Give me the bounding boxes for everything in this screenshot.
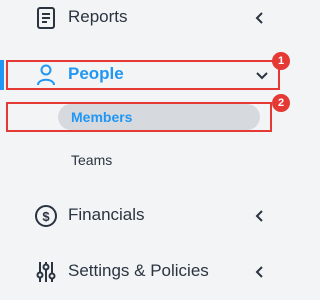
sliders-icon [34, 260, 58, 284]
sidebar-item-settings-policies[interactable]: Settings & Policies [0, 252, 292, 292]
sidebar-item-financials[interactable]: $ Financials [0, 196, 292, 236]
chevron-left-icon [252, 10, 268, 26]
document-icon [34, 6, 58, 30]
chevron-left-icon [252, 264, 268, 280]
sidebar-item-label: Settings & Policies [68, 261, 209, 280]
annotation-badge-1: 1 [272, 52, 290, 70]
sidebar-subitem-label: Teams [71, 152, 113, 168]
chevron-left-icon [252, 208, 268, 224]
svg-text:$: $ [42, 209, 50, 224]
sidebar-item-label: Reports [68, 7, 128, 26]
dollar-coin-icon: $ [34, 204, 58, 228]
sidebar-item-reports[interactable]: Reports [0, 0, 292, 38]
sidebar-subitem-teams[interactable]: Teams [0, 144, 292, 176]
sidebar-item-label: Financials [68, 205, 145, 224]
annotation-box-members [6, 102, 272, 132]
annotation-box-people [6, 60, 280, 90]
annotation-badge-2: 2 [272, 94, 290, 112]
